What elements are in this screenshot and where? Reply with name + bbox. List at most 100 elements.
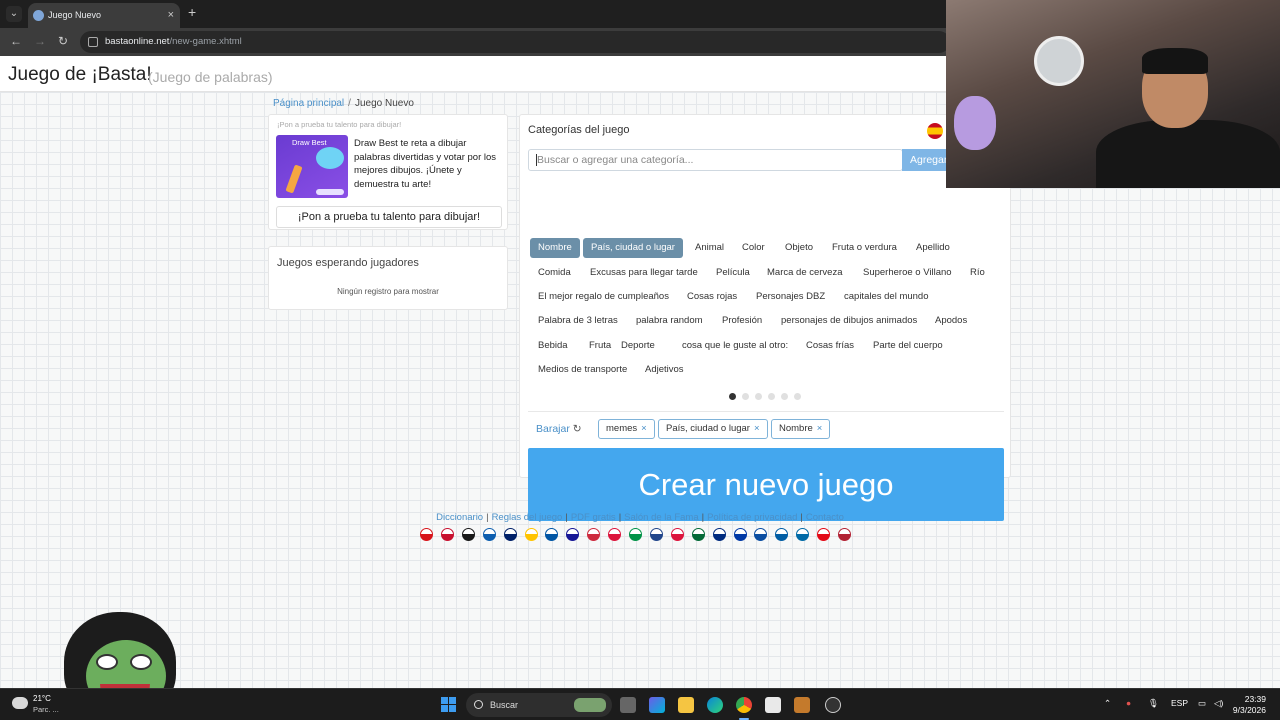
taskbar-search[interactable]: Buscar [466,693,612,717]
category-chip[interactable]: Objeto [777,238,821,258]
windows-start-icon[interactable] [441,697,456,712]
category-chip[interactable]: capitales del mundo [836,287,937,307]
tab-search-icon[interactable]: ⌄ [6,6,22,22]
category-chip[interactable]: Río [962,263,993,283]
category-chip[interactable]: palabra random [628,311,711,331]
category-chip[interactable]: Animal [687,238,732,258]
pagination-dot[interactable] [755,393,762,400]
task-view-icon[interactable] [620,697,636,713]
category-chip[interactable]: El mejor regalo de cumpleaños [530,287,677,307]
language-flag-icon[interactable] [838,528,851,541]
category-chip[interactable]: cosa que le guste al otro: [674,336,796,356]
category-chip[interactable]: Color [734,238,773,258]
store-icon[interactable] [765,697,781,713]
category-chip[interactable]: Cosas frías [798,336,862,356]
category-chip[interactable]: Apellido [908,238,958,258]
category-chip[interactable]: Excusas para llegar tarde [582,263,706,283]
network-icon[interactable]: ▭ [1198,698,1206,709]
edge-icon[interactable] [707,697,723,713]
footer-link[interactable]: Contacto [806,512,844,523]
volume-icon[interactable]: ◁) [1214,698,1223,709]
language-flag-icon[interactable] [420,528,433,541]
category-chip[interactable]: personajes de dibujos animados [773,311,925,331]
category-chip[interactable]: Profesión [714,311,770,331]
remove-tag-icon[interactable]: × [817,423,823,434]
footer-link[interactable]: Reglas del juego [492,512,563,523]
pagination-dot[interactable] [794,393,801,400]
site-info-icon[interactable] [88,37,98,47]
language-flag-icon[interactable] [566,528,580,541]
language-flag-icon[interactable] [503,528,517,541]
language-flag-icon[interactable] [649,528,663,541]
weather-temperature[interactable]: 21°C [33,694,51,703]
back-icon[interactable]: ← [10,34,22,48]
language-indicator[interactable]: ESP [1171,698,1188,708]
breadcrumb-home-link[interactable]: Página principal [273,98,344,109]
language-flag-icon[interactable] [754,528,768,541]
category-chip[interactable]: Bebida [530,336,576,356]
copilot-icon[interactable] [649,697,665,713]
language-flag-icon[interactable] [817,528,831,541]
language-flag-icon[interactable] [775,528,789,541]
language-flag-icon[interactable] [670,528,684,541]
language-flag-icon[interactable] [629,528,642,541]
browser-tab[interactable]: Juego Nuevo × [28,3,180,28]
category-chip[interactable]: Parte del cuerpo [865,336,951,356]
forward-icon[interactable]: → [34,34,46,48]
url-field[interactable]: bastaonline.net/new-game.xhtml [80,31,950,53]
pagination-dot[interactable] [729,393,736,400]
clock[interactable]: 23:39 9/3/2026 [1233,694,1266,716]
language-flag-icon[interactable] [712,528,726,541]
language-flag-icon[interactable] [545,528,559,541]
category-chip[interactable]: Medios de transporte [530,360,635,380]
language-flag-icon[interactable] [691,528,705,541]
create-game-button[interactable]: Crear nuevo juego [528,448,1004,521]
reload-icon[interactable]: ↻ [58,34,68,48]
draw-best-image[interactable]: Draw Best [276,135,348,198]
file-explorer-icon[interactable] [678,697,694,713]
language-flag-icon[interactable] [440,528,454,541]
microphone-icon[interactable]: 🎙 [1148,698,1159,709]
language-flag-icon[interactable] [482,528,496,541]
language-flag-icon[interactable] [608,528,622,541]
category-chip[interactable]: Cosas rojas [679,287,745,307]
category-chip[interactable]: Adjetivos [637,360,692,380]
language-flag-icon[interactable] [461,528,475,541]
shuffle-button[interactable]: Barajar ↻ [536,423,582,435]
language-flag-icon[interactable] [733,528,747,541]
footer-link[interactable]: PDF gratis [571,512,616,523]
language-flag-icon[interactable] [524,528,538,541]
category-chip[interactable]: Superheroe o Villano [855,263,960,283]
category-search-input[interactable]: Buscar o agregar una categoría... [528,149,903,171]
category-chip[interactable]: Deporte [613,336,663,356]
category-chip[interactable]: Comida [530,263,579,283]
pagination-dot[interactable] [768,393,775,400]
game-app-icon[interactable] [794,697,810,713]
promo-draw-button[interactable]: ¡Pon a prueba tu talento para dibujar! [276,206,502,228]
remove-tag-icon[interactable]: × [641,423,647,434]
remove-tag-icon[interactable]: × [754,423,760,434]
pagination-dot[interactable] [742,393,749,400]
close-tab-icon[interactable]: × [168,3,174,28]
category-chip[interactable]: Fruta o verdura [824,238,905,258]
category-chip[interactable]: Personajes DBZ [748,287,833,307]
show-hidden-icons-icon[interactable]: ⌃ [1104,698,1111,709]
language-flag-icon[interactable] [587,528,601,541]
language-flag-icon[interactable] [796,528,810,541]
obs-icon[interactable] [825,697,841,713]
weather-cloud-icon[interactable] [12,697,28,709]
footer-link[interactable]: Diccionario [436,512,483,523]
footer-link[interactable]: Salón de la Fama [624,512,698,523]
category-chip[interactable]: País, ciudad o lugar [583,238,683,258]
category-chip[interactable]: Palabra de 3 letras [530,311,626,331]
chrome-icon[interactable] [736,697,752,713]
footer-link[interactable]: Política de privacidad [707,512,797,523]
category-chip[interactable]: Marca de cerveza [759,263,851,283]
new-tab-icon[interactable]: + [188,4,196,20]
category-chip[interactable]: Nombre [530,238,580,258]
spain-flag-icon[interactable] [927,123,943,139]
pagination-dot[interactable] [781,393,788,400]
site-title[interactable]: Juego de ¡Basta! [8,64,152,86]
category-chip[interactable]: Película [708,263,758,283]
antivirus-tray-icon[interactable]: ● [1126,698,1131,708]
